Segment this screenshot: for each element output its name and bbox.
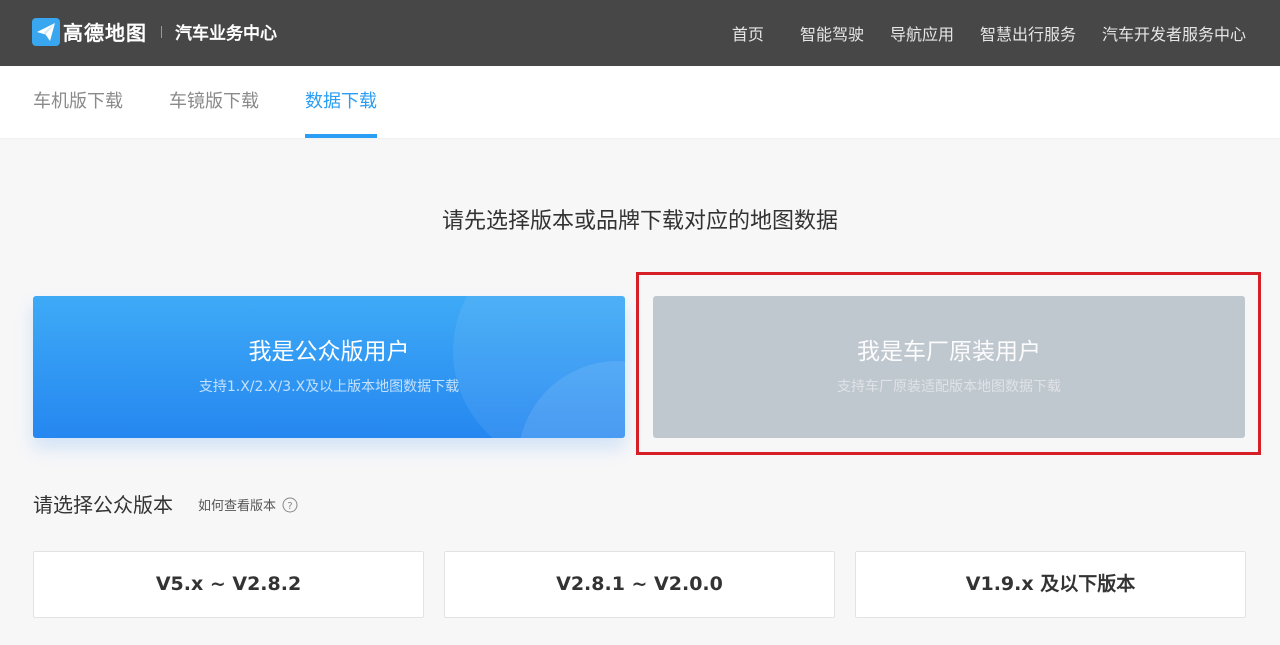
svg-text:?: ? [287,501,292,512]
logo-subtitle: 汽车业务中心 [175,24,277,44]
nav-item-developer-center[interactable]: 汽车开发者服务中心 [1102,21,1246,45]
question-circle-icon: ? [282,497,298,512]
tab-data-download[interactable]: 数据下载 [305,66,377,138]
tab-bar: 车机版下载 车镜版下载 数据下载 [0,66,1280,138]
logo-divider [161,25,162,38]
nav-item-smart-mobility[interactable]: 智慧出行服务 [980,21,1076,45]
page-prompt: 请先选择版本或品牌下载对应的地图数据 [441,209,838,234]
highlight-box [636,272,1261,455]
nav-item-smart-driving[interactable]: 智能驾驶 [800,21,864,45]
section-title: 请选择公众版本 [33,493,173,517]
how-to-check-version-link[interactable]: 如何查看版本 ? [198,495,298,514]
active-tab-indicator [305,134,377,138]
version-button-v281-to-v200[interactable]: V2.8.1 ~ V2.0.0 [444,551,835,618]
top-nav: 首页 智能驾驶 导航应用 智慧出行服务 汽车开发者服务中心 [732,0,1246,66]
version-button-v19-and-below[interactable]: V1.9.x 及以下版本 [855,551,1246,618]
nav-item-navigation-apps[interactable]: 导航应用 [890,21,954,45]
public-user-card[interactable]: 我是公众版用户 支持1.X/2.X/3.X及以上版本地图数据下载 [33,296,625,438]
public-card-description: 支持1.X/2.X/3.X及以上版本地图数据下载 [198,379,460,395]
logo-text: 高德地图 [63,21,147,45]
paper-plane-icon [32,17,60,46]
logo[interactable]: 高德地图 汽车业务中心 [32,17,277,46]
help-link-label: 如何查看版本 [198,499,277,514]
tab-headunit-download[interactable]: 车机版下载 [33,66,123,138]
tab-data-download-label: 数据下载 [305,91,377,112]
tab-mirror-download[interactable]: 车镜版下载 [169,66,259,138]
public-card-title: 我是公众版用户 [248,339,410,365]
version-button-v5-to-v282[interactable]: V5.x ~ V2.8.2 [33,551,424,618]
top-header: 高德地图 汽车业务中心 首页 智能驾驶 导航应用 智慧出行服务 汽车开发者服务中… [0,0,1280,66]
nav-item-home[interactable]: 首页 [732,21,764,45]
